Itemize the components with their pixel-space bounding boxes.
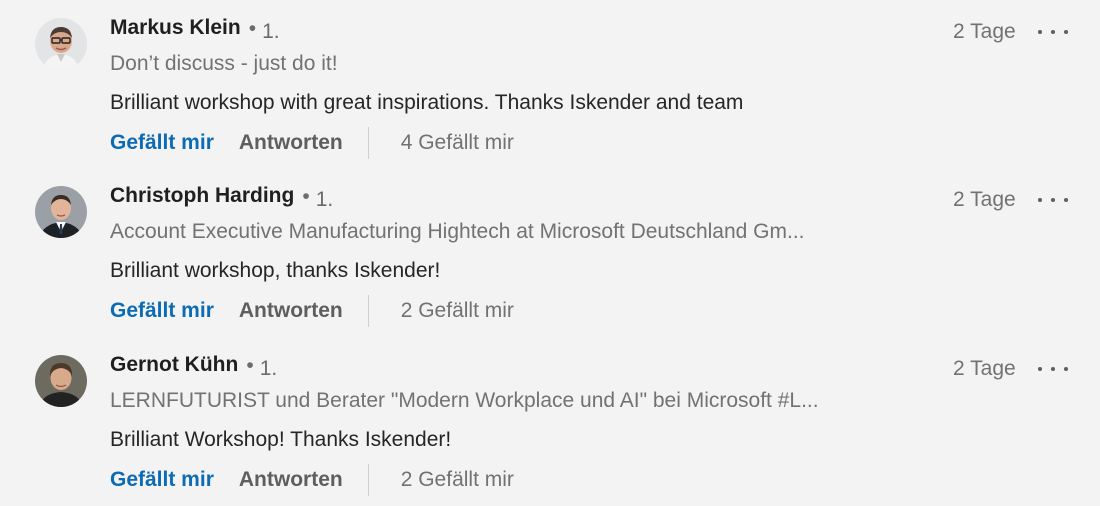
author-headline: Don’t discuss - just do it! <box>110 52 338 75</box>
divider <box>367 127 369 159</box>
author-name[interactable]: Gernot Kühn <box>110 353 238 377</box>
connection-degree: 1. <box>259 357 278 380</box>
comment-text: Brilliant workshop with great inspiratio… <box>110 91 744 114</box>
author-row: Christoph Harding • 1. <box>110 184 333 214</box>
connection-degree: 1. <box>315 188 334 211</box>
separator-bullet: • <box>246 354 254 377</box>
comment-text: Brilliant Workshop! Thanks Iskender! <box>110 428 452 451</box>
comment-item: Markus Klein • 1. Don’t discuss - just d… <box>0 0 1100 168</box>
avatar[interactable] <box>35 18 87 70</box>
comment-item: Christoph Harding • 1. Account Executive… <box>0 168 1100 336</box>
more-horizontal-icon[interactable] <box>1038 22 1068 42</box>
author-row: Markus Klein • 1. <box>110 16 280 46</box>
connection-degree: 1. <box>262 20 280 43</box>
comment-time: 2 Tage <box>953 357 1016 380</box>
comments-list: Markus Klein • 1. Don’t discuss - just d… <box>0 0 1100 506</box>
reply-button[interactable]: Antworten <box>239 468 343 492</box>
author-headline: Account Executive Manufacturing Hightech… <box>110 220 805 243</box>
author-row: Gernot Kühn • 1. <box>110 353 277 383</box>
like-count[interactable]: 2 Gefällt mir <box>401 468 514 492</box>
comment-item: Gernot Kühn • 1. LERNFUTURIST und Berate… <box>0 337 1100 505</box>
comment-time: 2 Tage <box>953 20 1016 43</box>
avatar[interactable] <box>35 186 87 238</box>
reply-button[interactable]: Antworten <box>239 299 343 323</box>
comment-actions: Gefällt mir Antworten 2 Gefällt mir <box>110 294 514 328</box>
divider <box>367 464 369 496</box>
like-count[interactable]: 2 Gefällt mir <box>401 299 514 323</box>
avatar[interactable] <box>35 355 87 407</box>
comment-time: 2 Tage <box>953 188 1016 211</box>
comment-actions: Gefällt mir Antworten 2 Gefällt mir <box>110 463 514 497</box>
separator-bullet: • <box>248 17 257 40</box>
divider <box>367 295 369 327</box>
author-name[interactable]: Christoph Harding <box>110 184 294 208</box>
like-button[interactable]: Gefällt mir <box>110 131 214 155</box>
separator-bullet: • <box>302 185 310 208</box>
like-button[interactable]: Gefällt mir <box>110 468 214 492</box>
comment-actions: Gefällt mir Antworten 4 Gefällt mir <box>110 126 514 160</box>
more-horizontal-icon[interactable] <box>1038 190 1068 210</box>
like-count[interactable]: 4 Gefällt mir <box>401 131 514 155</box>
comment-text: Brilliant workshop, thanks Iskender! <box>110 259 441 282</box>
author-name[interactable]: Markus Klein <box>110 16 241 40</box>
reply-button[interactable]: Antworten <box>239 131 343 155</box>
author-headline: LERNFUTURIST und Berater "Modern Workpla… <box>110 389 819 412</box>
more-horizontal-icon[interactable] <box>1038 359 1068 379</box>
like-button[interactable]: Gefällt mir <box>110 299 214 323</box>
